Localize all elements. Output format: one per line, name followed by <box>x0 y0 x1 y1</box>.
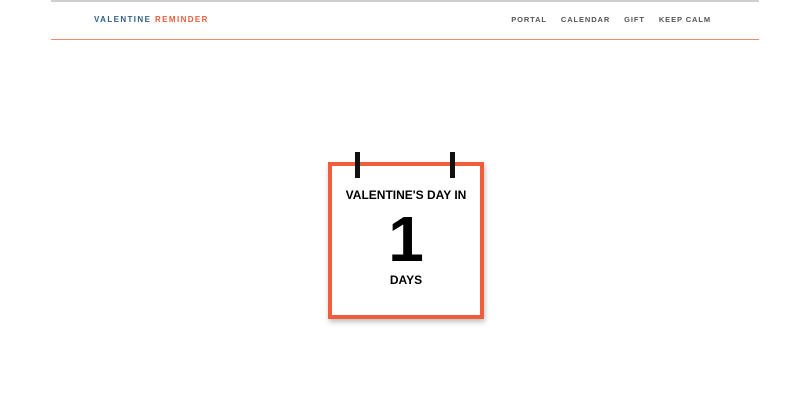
brand-text-part2: REMINDER <box>154 15 209 24</box>
countdown-unit: DAYS <box>389 273 423 287</box>
site-header: VALENTINE REMINDER PORTAL CALENDAR GIFT … <box>51 2 759 40</box>
calendar-ring-right <box>450 152 455 178</box>
main-nav: PORTAL CALENDAR GIFT KEEP CALM <box>511 15 711 24</box>
brand-logo[interactable]: VALENTINE REMINDER <box>94 15 209 24</box>
countdown-calendar: VALENTINE'S DAY IN 1 DAYS <box>328 152 484 319</box>
nav-link-gift[interactable]: GIFT <box>624 15 645 24</box>
page: VALENTINE REMINDER PORTAL CALENDAR GIFT … <box>0 0 812 400</box>
nav-link-portal[interactable]: PORTAL <box>511 15 547 24</box>
brand-text-part1: VALENTINE <box>94 15 152 24</box>
countdown-title: VALENTINE'S DAY IN <box>345 188 467 202</box>
nav-link-calendar[interactable]: CALENDAR <box>561 15 610 24</box>
nav-link-keep-calm[interactable]: KEEP CALM <box>659 15 711 24</box>
calendar-ring-left <box>355 152 360 178</box>
countdown-value: 1 <box>388 203 424 275</box>
